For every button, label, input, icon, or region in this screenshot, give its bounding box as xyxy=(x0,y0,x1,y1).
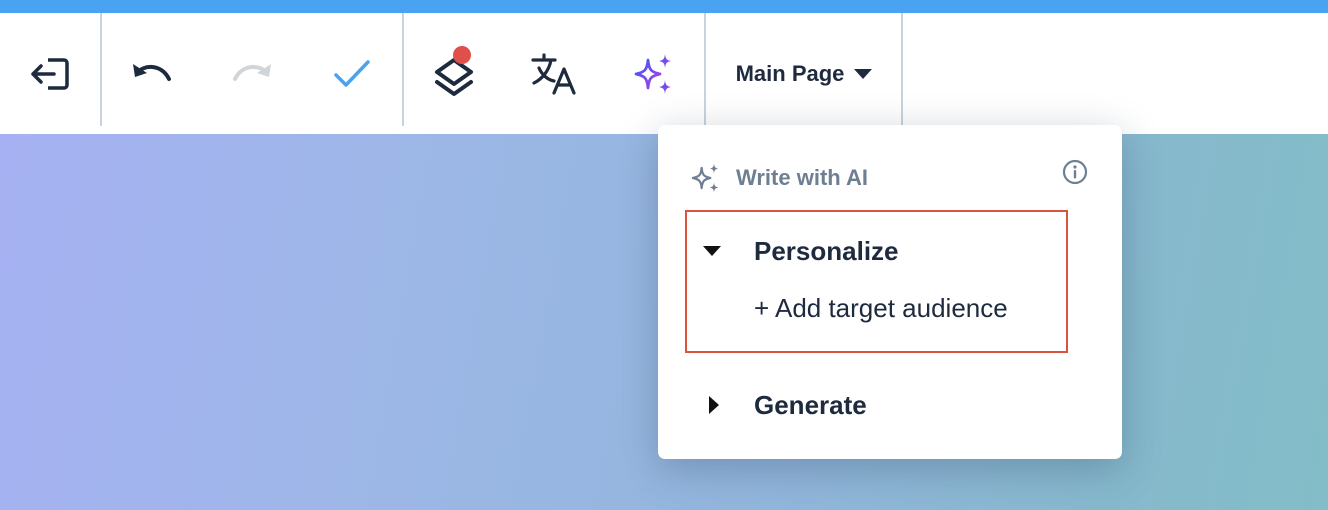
info-icon xyxy=(1062,159,1088,185)
top-accent-bar xyxy=(0,0,1328,13)
ai-sparkle-icon xyxy=(691,163,719,193)
ai-menu-title: Write with AI xyxy=(736,165,868,190)
checkmark-icon xyxy=(334,59,370,87)
layers-icon xyxy=(435,45,473,96)
caret-down-icon xyxy=(854,68,873,79)
redo-button[interactable] xyxy=(202,13,302,134)
ai-menu-header: Write with AI xyxy=(690,161,868,195)
redo-icon xyxy=(233,63,271,81)
translate-icon xyxy=(531,52,576,95)
layers-button[interactable] xyxy=(404,13,504,134)
toolbar-divider xyxy=(704,13,706,126)
personalize-highlight xyxy=(685,210,1068,353)
section-personalize-toggle[interactable]: Personalize xyxy=(702,233,899,269)
page-selector-dropdown[interactable]: Main Page xyxy=(707,13,901,134)
notification-dot xyxy=(453,45,471,64)
editor-toolbar: Main Page xyxy=(0,13,1328,134)
section-personalize-label: Personalize xyxy=(754,235,899,266)
add-target-audience-link[interactable]: + Add target audience xyxy=(754,293,1008,324)
info-button[interactable] xyxy=(1062,159,1088,190)
ai-sparkle-icon xyxy=(634,53,671,94)
undo-icon xyxy=(133,63,171,81)
section-generate-label: Generate xyxy=(754,389,867,420)
save-check-button[interactable] xyxy=(302,13,402,134)
toolbar-divider xyxy=(901,13,903,126)
section-generate-toggle[interactable]: Generate xyxy=(708,387,867,423)
ai-menu-dropdown: Write with AI Personalize + Add target a… xyxy=(658,125,1122,459)
exit-icon xyxy=(31,57,69,90)
undo-button[interactable] xyxy=(102,13,202,134)
caret-down-icon xyxy=(703,246,721,256)
page-selector-label: Main Page xyxy=(735,60,845,86)
translate-button[interactable] xyxy=(504,13,604,134)
exit-button[interactable] xyxy=(0,13,100,134)
caret-right-icon xyxy=(709,396,719,414)
ai-assistant-button[interactable] xyxy=(604,13,704,134)
